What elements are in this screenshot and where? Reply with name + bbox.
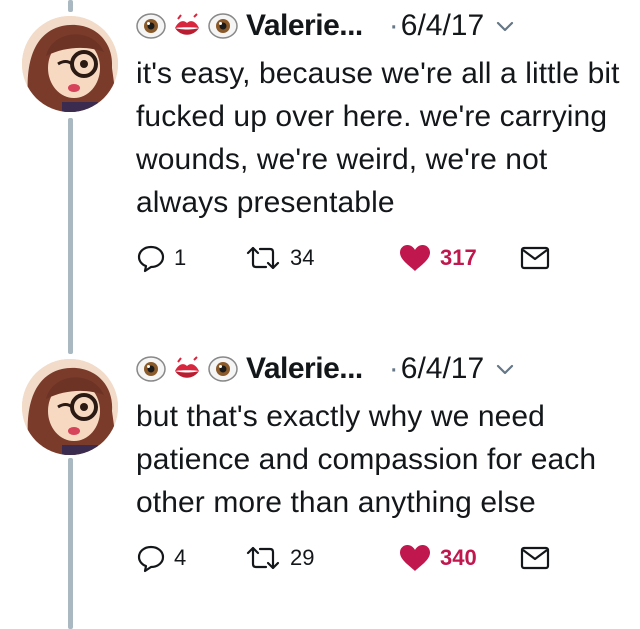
- separator-dot: ·: [388, 352, 399, 385]
- avatar-illustration: [22, 16, 118, 112]
- reply-icon: [137, 245, 165, 273]
- tweet-header: Valerie... · 6/4/17: [136, 347, 626, 391]
- kiss-mark-icon: [172, 11, 202, 41]
- retweet-button[interactable]: 34: [244, 238, 314, 278]
- kiss-mark-icon: [172, 354, 202, 384]
- like-count: 317: [440, 245, 477, 270]
- eye-icon: [208, 354, 238, 384]
- retweet-icon: [246, 246, 280, 270]
- eye-icon: [208, 11, 238, 41]
- like-button[interactable]: 317: [398, 238, 477, 278]
- retweet-button[interactable]: 29: [244, 538, 314, 578]
- timestamp[interactable]: 6/4/17: [401, 9, 484, 43]
- like-count: 340: [440, 545, 477, 570]
- heart-icon: [400, 545, 430, 571]
- reply-count: 4: [174, 545, 187, 570]
- direct-message-button[interactable]: [520, 238, 550, 278]
- display-name[interactable]: Valerie...: [246, 352, 363, 386]
- heart-icon: [400, 245, 430, 271]
- display-name[interactable]: Valerie...: [246, 9, 363, 43]
- chevron-down-icon[interactable]: [494, 358, 516, 380]
- avatar-illustration: [22, 359, 118, 455]
- reply-button[interactable]: 1: [136, 238, 186, 278]
- thread-line-middle: [68, 118, 73, 354]
- chevron-down-icon[interactable]: [494, 15, 516, 37]
- tweet-header: Valerie... · 6/4/17: [136, 4, 626, 48]
- separator-dot: ·: [388, 9, 399, 42]
- thread-line-top: [68, 0, 73, 12]
- avatar[interactable]: [22, 16, 118, 112]
- tweet-text: but that's exactly why we need patience …: [136, 400, 597, 519]
- direct-message-icon: [520, 546, 550, 570]
- reply-icon: [137, 545, 165, 573]
- reply-count: 1: [174, 245, 187, 270]
- retweet-count: 29: [290, 545, 315, 570]
- reply-button[interactable]: 4: [136, 538, 186, 578]
- direct-message-icon: [520, 246, 550, 270]
- retweet-count: 34: [290, 245, 315, 270]
- eye-icon: [136, 11, 166, 41]
- thread-line-bottom: [68, 458, 73, 629]
- tweet-actions: 1 34 317: [136, 238, 626, 278]
- retweet-icon: [246, 546, 280, 570]
- avatar[interactable]: [22, 359, 118, 455]
- eye-icon: [136, 354, 166, 384]
- direct-message-button[interactable]: [520, 538, 550, 578]
- tweet-text: it's easy, because we're all a little bi…: [136, 57, 620, 219]
- like-button[interactable]: 340: [398, 538, 477, 578]
- tweet-actions: 4 29 340: [136, 538, 626, 578]
- timestamp[interactable]: 6/4/17: [401, 352, 484, 386]
